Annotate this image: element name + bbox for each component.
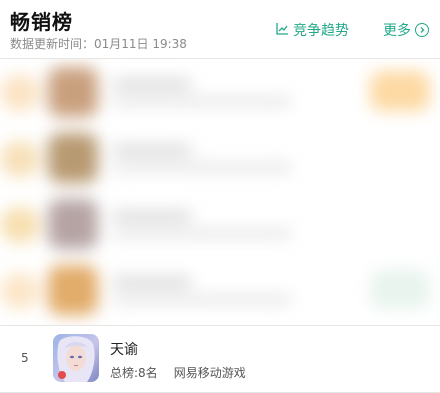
list-item[interactable]: 5 天谕 总榜:8名 网易移动游戏 bbox=[0, 326, 440, 393]
header: 畅销榜 数据更新时间：01月11日 19:38 竞争趋势 更多 bbox=[0, 0, 440, 59]
app-name[interactable]: 天谕 bbox=[110, 339, 138, 359]
rank-number: 5 bbox=[21, 351, 29, 365]
more-button[interactable]: 更多 bbox=[383, 20, 429, 40]
blurred-row bbox=[0, 127, 440, 189]
page-title: 畅销榜 bbox=[10, 10, 73, 34]
trend-label: 竞争趋势 bbox=[293, 23, 349, 39]
blurred-row bbox=[0, 259, 440, 321]
line-chart-icon bbox=[276, 22, 289, 39]
update-time: 数据更新时间：01月11日 19:38 bbox=[10, 37, 187, 51]
blurred-row bbox=[0, 193, 440, 255]
blurred-row bbox=[0, 61, 440, 123]
total-rank: 总榜:8名 bbox=[110, 366, 158, 380]
app-icon bbox=[53, 334, 99, 382]
trend-button[interactable]: 竞争趋势 bbox=[276, 20, 349, 40]
more-label: 更多 bbox=[383, 23, 411, 39]
publisher: 网易移动游戏 bbox=[173, 366, 246, 380]
app-meta: 总榜:8名 网易移动游戏 bbox=[110, 364, 246, 381]
chevron-right-circle-icon bbox=[415, 23, 429, 37]
blurred-list bbox=[0, 59, 440, 325]
